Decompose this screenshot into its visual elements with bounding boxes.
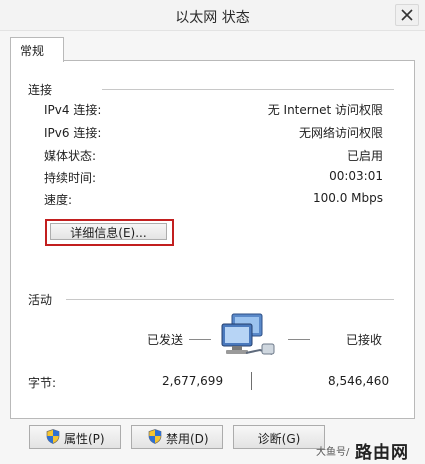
sent-line [189, 339, 211, 340]
speed-label: 速度: [44, 193, 73, 207]
tab-general-label: 常规 [20, 44, 45, 58]
connection-group-label: 连接 [28, 83, 53, 97]
bytes-sent-value: 2,677,699 [162, 374, 224, 388]
duration-label: 持续时间: [44, 171, 97, 185]
bytes-divider [251, 372, 252, 390]
network-computers-icon [221, 313, 275, 355]
speed-value: 100.0 Mbps [312, 191, 383, 205]
shield-icon [46, 429, 60, 444]
media-state-label: 媒体状态: [44, 149, 97, 163]
watermark-small: 大鱼号/ [316, 447, 350, 458]
activity-group-label: 活动 [28, 293, 53, 307]
bytes-received-value: 8,546,460 [328, 374, 390, 388]
network-status-window: 以太网 状态 常规 连接 IPv4 连接: 无 Internet 访问权限 IP… [0, 0, 425, 464]
ipv6-value: 无网络访问权限 [298, 126, 383, 140]
shield-icon [148, 429, 162, 444]
received-label: 已接收 [346, 333, 383, 347]
duration-value: 00:03:01 [329, 169, 383, 183]
disable-button-label: 禁用(D) [166, 432, 209, 446]
title-bar: 以太网 状态 [0, 0, 425, 31]
ipv4-label: IPv4 连接: [44, 103, 102, 117]
close-icon [401, 9, 413, 21]
tab-general[interactable]: 常规 [10, 37, 64, 62]
details-button[interactable]: 详细信息(E)... [50, 223, 167, 240]
details-button-highlight: 详细信息(E)... [45, 219, 174, 246]
sent-label: 已发送 [147, 333, 184, 347]
media-state-value: 已启用 [346, 149, 383, 163]
bytes-label: 字节: [28, 376, 57, 390]
properties-button[interactable]: 属性(P) [29, 425, 121, 449]
properties-button-label: 属性(P) [64, 432, 105, 446]
watermark-logo: 路由网 [355, 443, 409, 463]
ipv4-value: 无 Internet 访问权限 [267, 103, 383, 117]
close-button[interactable] [395, 4, 419, 26]
details-button-label: 详细信息(E)... [70, 226, 147, 240]
window-title: 以太网 状态 [175, 10, 250, 26]
activity-group-divider [66, 299, 394, 300]
received-line [288, 339, 310, 340]
connection-group-divider [102, 89, 394, 90]
diagnose-button[interactable]: 诊断(G) [233, 425, 325, 449]
disable-button[interactable]: 禁用(D) [131, 425, 223, 449]
ipv6-label: IPv6 连接: [44, 126, 102, 140]
diagnose-button-label: 诊断(G) [257, 432, 301, 446]
